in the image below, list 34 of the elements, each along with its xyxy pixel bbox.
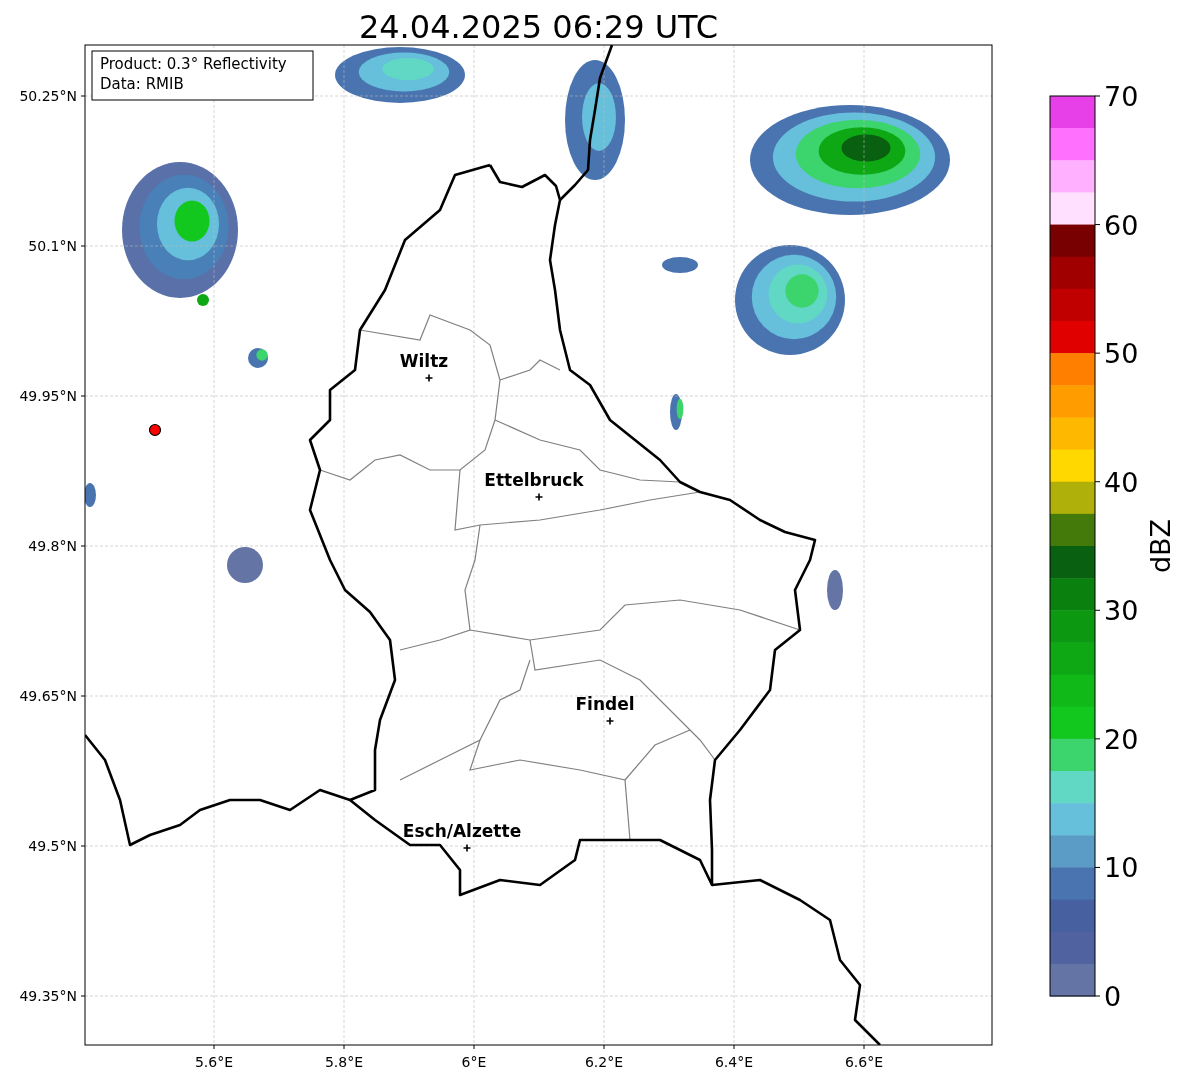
city-label: Esch/Alzette (402, 821, 522, 841)
colorbar-tick-label: 70 (1104, 81, 1139, 112)
city-marker (462, 843, 472, 853)
latitude-label: 49.8°N (28, 538, 77, 554)
colorbar-tick-label: 20 (1104, 723, 1139, 755)
radar-site-marker (148, 423, 162, 437)
info-text: Data: RMIB (100, 75, 184, 93)
city-marker (605, 716, 615, 726)
colorbar-tick-label: 40 (1104, 466, 1139, 498)
latitude-label: 50.25°N (19, 88, 77, 104)
city-marker (534, 492, 544, 502)
latitude-label: 50.1°N (28, 238, 77, 254)
colorbar-tick-label: 60 (1104, 209, 1139, 241)
map-title: 24.04.2025 06:29 UTC (358, 8, 719, 46)
city-label: Ettelbruck (484, 470, 584, 490)
city-label: Findel (575, 694, 635, 714)
city-marker (424, 373, 434, 383)
latitude-label: 49.35°N (19, 988, 77, 1004)
latitude-label: 49.65°N (19, 688, 77, 704)
longitude-label: 6.4°E (714, 1054, 754, 1070)
info-text: Product: 0.3° Reflectivity (100, 55, 287, 73)
longitude-label: 6.6°E (844, 1054, 884, 1070)
colorbar-tick-label: 50 (1104, 338, 1139, 370)
latitude-label: 49.5°N (28, 838, 77, 854)
colorbar-tick-label: 10 (1104, 852, 1139, 884)
colorbar-tick-label: 0 (1104, 981, 1122, 1012)
colorbar-tick-label: 30 (1104, 595, 1139, 627)
longitude-label: 5.6°E (194, 1054, 234, 1070)
longitude-label: 5.8°E (324, 1054, 364, 1070)
longitude-label: 6°E (461, 1054, 487, 1070)
colorbar-label: dBZ (1145, 518, 1176, 574)
city-label: Wiltz (399, 351, 449, 371)
longitude-label: 6.2°E (584, 1054, 624, 1070)
latitude-label: 49.95°N (19, 388, 77, 404)
